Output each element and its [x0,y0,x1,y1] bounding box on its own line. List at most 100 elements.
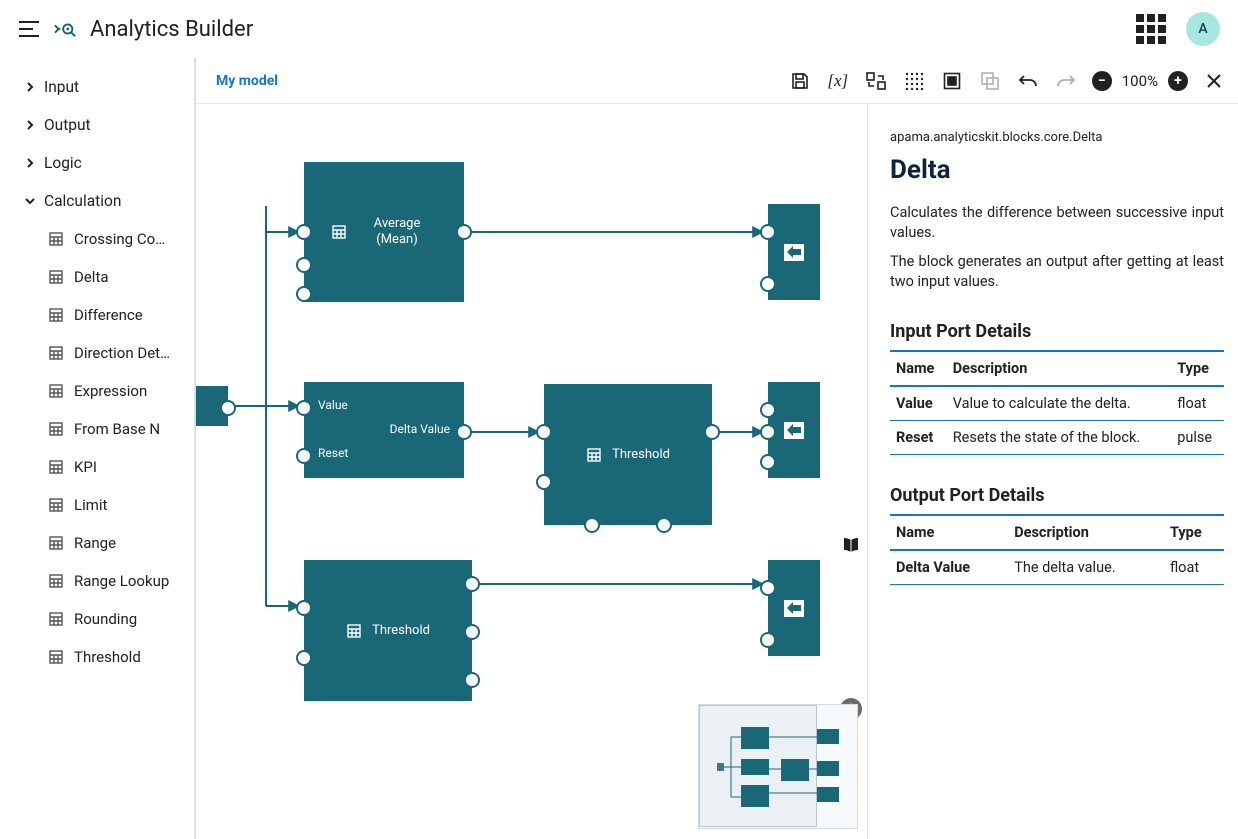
sidebar-leaf-label: Delta [74,268,109,286]
sidebar-item-logic[interactable]: Logic [0,144,194,182]
chevron-right-icon [24,119,36,131]
ungroup-icon[interactable] [978,69,1002,93]
sidebar-leaf-label: Crossing Co… [74,230,165,248]
model-toolbar: My model [x] − 100% + [196,58,1238,104]
sidebar-leaf[interactable]: Threshold [0,638,194,676]
calculator-icon [586,447,602,463]
table-row: Delta ValueThe delta value.float [890,550,1224,585]
apps-grid-icon[interactable] [1136,14,1166,44]
table-header-name: Name [890,515,1008,550]
menu-icon[interactable] [18,18,40,40]
block-icon [48,231,64,247]
zoom-controls: − 100% + [1092,71,1188,91]
arrow-left-icon [784,244,804,261]
table-header-description: Description [1008,515,1164,550]
port-label-value: Value [318,398,348,412]
sidebar-leaf[interactable]: Expression [0,372,194,410]
port-type: float [1171,386,1224,421]
canvas-node-delta[interactable]: Value Reset Delta Value [304,382,464,478]
sidebar-leaf-label: Expression [74,382,147,400]
table-row: ResetResets the state of the block.pulse [890,421,1224,455]
port-desc: Value to calculate the delta. [947,386,1172,421]
node-label: Average (Mean) [357,216,437,249]
arrow-left-icon [784,600,804,617]
sidebar-leaf[interactable]: Direction Det… [0,334,194,372]
block-icon [48,307,64,323]
block-icon [48,269,64,285]
block-icon [48,611,64,627]
block-icon [48,421,64,437]
sidebar: Input Output Logic Calculation Crossing … [0,58,196,839]
port-name: Delta Value [890,550,1008,585]
sidebar-leaf[interactable]: Crossing Co… [0,220,194,258]
sidebar-leaf[interactable]: Range Lookup [0,562,194,600]
block-icon [48,497,64,513]
port-label-reset: Reset [318,446,348,460]
block-title: Delta [890,155,1224,185]
model-canvas[interactable]: Average (Mean) Value Reset Delta Value [196,104,868,839]
canvas-node-threshold-bottom[interactable]: Threshold [304,560,472,701]
sidebar-leaf[interactable]: Rounding [0,600,194,638]
port-name: Reset [890,421,947,455]
calculator-icon [346,623,362,639]
sidebar-leaf[interactable]: Limit [0,486,194,524]
table-header-type: Type [1171,351,1224,386]
sidebar-item-label: Input [44,78,79,96]
minimap[interactable] [698,704,858,829]
block-full-path: apama.analyticskit.blocks.core.Delta [890,130,1224,145]
block-description-1: Calculates the difference between succes… [890,203,1224,242]
canvas-input-node[interactable] [196,386,228,426]
sidebar-leaf[interactable]: Delta [0,258,194,296]
sidebar-item-input[interactable]: Input [0,68,194,106]
port-name: Value [890,386,947,421]
sidebar-leaf-label: Difference [74,306,143,324]
variable-icon[interactable]: [x] [826,69,850,93]
grid-icon[interactable] [902,69,926,93]
block-icon [48,535,64,551]
input-ports-heading: Input Port Details [890,321,1224,342]
sidebar-leaf[interactable]: KPI [0,448,194,486]
brand-icon [54,18,76,40]
sidebar-leaf-label: Direction Det… [74,344,170,362]
avatar[interactable]: A [1186,12,1220,46]
zoom-in-button[interactable]: + [1168,71,1188,91]
chevron-right-icon [24,157,36,169]
sidebar-leaf-label: Rounding [74,610,137,628]
canvas-output-node-2[interactable] [768,382,820,478]
zoom-out-button[interactable]: − [1092,71,1112,91]
group-icon[interactable] [940,69,964,93]
app-title: Analytics Builder [90,17,253,42]
chevron-right-icon [24,81,36,93]
docs-icon[interactable] [840,534,862,556]
replace-icon[interactable] [864,69,888,93]
details-pane: apama.analyticskit.blocks.core.Delta Del… [868,104,1238,839]
sidebar-leaf[interactable]: From Base N [0,410,194,448]
block-icon [48,383,64,399]
canvas-node-threshold-center[interactable]: Threshold [544,384,712,525]
model-title[interactable]: My model [216,73,278,89]
output-ports-heading: Output Port Details [890,485,1224,506]
save-icon[interactable] [788,69,812,93]
sidebar-leaf[interactable]: Difference [0,296,194,334]
redo-icon[interactable] [1054,69,1078,93]
sidebar-item-output[interactable]: Output [0,106,194,144]
sidebar-leaf-label: Limit [74,496,107,514]
canvas-node-average[interactable]: Average (Mean) [304,162,464,302]
node-label: Threshold [372,623,430,638]
sidebar-leaf-label: Range Lookup [74,572,169,590]
sidebar-leaf[interactable]: Range [0,524,194,562]
port-desc: Resets the state of the block. [947,421,1172,455]
block-icon [48,573,64,589]
block-description-2: The block generates an output after gett… [890,252,1224,291]
undo-icon[interactable] [1016,69,1040,93]
canvas-output-node-3[interactable] [768,560,820,656]
block-icon [48,649,64,665]
canvas-output-node-1[interactable] [768,204,820,300]
table-row: ValueValue to calculate the delta.float [890,386,1224,421]
sidebar-item-calculation[interactable]: Calculation [0,182,194,220]
sidebar-leaf-label: KPI [74,458,97,476]
table-header-description: Description [947,351,1172,386]
port-type: float [1164,550,1224,585]
sidebar-leaf-label: From Base N [74,420,160,438]
close-icon[interactable] [1202,69,1226,93]
